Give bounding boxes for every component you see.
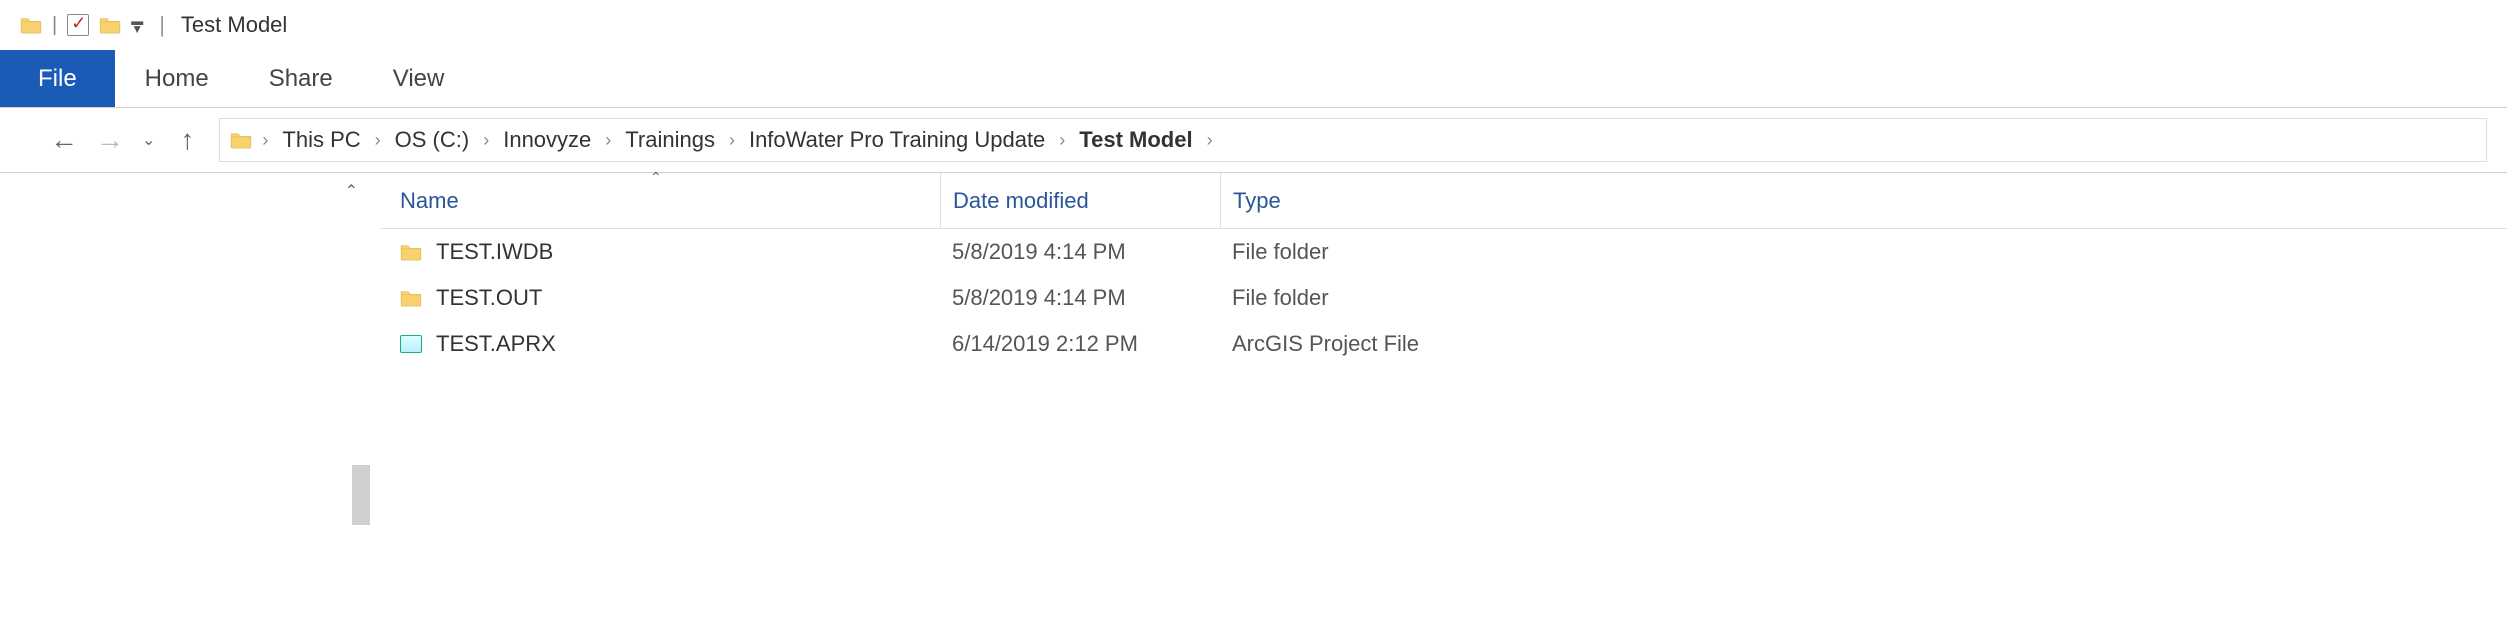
table-row[interactable]: TEST.APRX 6/14/2019 2:12 PM ArcGIS Proje… xyxy=(380,321,2507,367)
qat-separator: | xyxy=(52,14,57,37)
file-date: 6/14/2019 2:12 PM xyxy=(940,331,1220,357)
navigation-pane[interactable]: ⌃ xyxy=(0,173,380,533)
sort-indicator-icon: ⌃ xyxy=(650,169,662,186)
nav-up-icon[interactable]: ↑ xyxy=(173,124,201,156)
title-separator: | xyxy=(159,12,165,38)
file-name: TEST.IWDB xyxy=(436,239,553,265)
breadcrumb-item[interactable]: Innovyze xyxy=(499,125,595,155)
breadcrumb-item[interactable]: OS (C:) xyxy=(391,125,474,155)
file-date: 5/8/2019 4:14 PM xyxy=(940,285,1220,311)
chevron-right-icon[interactable]: › xyxy=(1055,130,1069,151)
chevron-up-icon[interactable]: ⌃ xyxy=(345,181,358,201)
file-name: TEST.APRX xyxy=(436,331,556,357)
column-header-name[interactable]: Name xyxy=(380,188,940,214)
file-list-pane: ⌃ Name Date modified Type TEST.IWDB 5/8/… xyxy=(380,173,2507,533)
table-row[interactable]: TEST.OUT 5/8/2019 4:14 PM File folder xyxy=(380,275,2507,321)
ribbon-tabs: File Home Share View xyxy=(0,50,2507,108)
tab-view[interactable]: View xyxy=(363,50,475,107)
breadcrumb-item[interactable]: Test Model xyxy=(1075,125,1196,155)
title-bar: | ▬▼ | Test Model xyxy=(0,0,2507,50)
properties-qat-icon[interactable] xyxy=(67,14,89,36)
nav-back-icon[interactable]: ← xyxy=(50,124,78,156)
folder-icon xyxy=(400,289,422,307)
qat-dropdown-icon[interactable]: ▬▼ xyxy=(131,17,143,33)
tab-share[interactable]: Share xyxy=(239,50,363,107)
chevron-right-icon[interactable]: › xyxy=(1203,130,1217,151)
chevron-right-icon[interactable]: › xyxy=(479,130,493,151)
window-title: Test Model xyxy=(181,12,287,38)
file-type: File folder xyxy=(1220,285,1500,311)
main-content: ⌃ ⌃ Name Date modified Type TEST.IWDB 5/… xyxy=(0,172,2507,533)
aprx-file-icon xyxy=(400,335,422,353)
chevron-right-icon[interactable]: › xyxy=(725,130,739,151)
column-header-row: Name Date modified Type xyxy=(380,173,2507,229)
file-name: TEST.OUT xyxy=(436,285,542,311)
tab-home[interactable]: Home xyxy=(115,50,239,107)
table-row[interactable]: TEST.IWDB 5/8/2019 4:14 PM File folder xyxy=(380,229,2507,275)
file-date: 5/8/2019 4:14 PM xyxy=(940,239,1220,265)
breadcrumb-item[interactable]: InfoWater Pro Training Update xyxy=(745,125,1049,155)
address-bar[interactable]: › This PC › OS (C:) › Innovyze › Trainin… xyxy=(219,118,2487,162)
scrollbar-thumb[interactable] xyxy=(352,465,370,525)
new-folder-qat-icon[interactable] xyxy=(99,16,121,34)
file-tab[interactable]: File xyxy=(0,50,115,107)
column-header-type[interactable]: Type xyxy=(1220,173,1500,228)
chevron-right-icon[interactable]: › xyxy=(371,130,385,151)
address-folder-icon xyxy=(230,131,252,149)
folder-icon xyxy=(20,16,42,34)
nav-bar: ← → ⌄ ↑ › This PC › OS (C:) › Innovyze ›… xyxy=(0,108,2507,172)
column-header-date[interactable]: Date modified xyxy=(940,173,1220,228)
file-type: ArcGIS Project File xyxy=(1220,331,1500,357)
recent-locations-icon[interactable]: ⌄ xyxy=(142,130,155,150)
nav-forward-icon[interactable]: → xyxy=(96,124,124,156)
file-type: File folder xyxy=(1220,239,1500,265)
folder-icon xyxy=(400,243,422,261)
breadcrumb-item[interactable]: This PC xyxy=(278,125,364,155)
chevron-right-icon[interactable]: › xyxy=(258,130,272,151)
breadcrumb-item[interactable]: Trainings xyxy=(621,125,719,155)
chevron-right-icon[interactable]: › xyxy=(601,130,615,151)
